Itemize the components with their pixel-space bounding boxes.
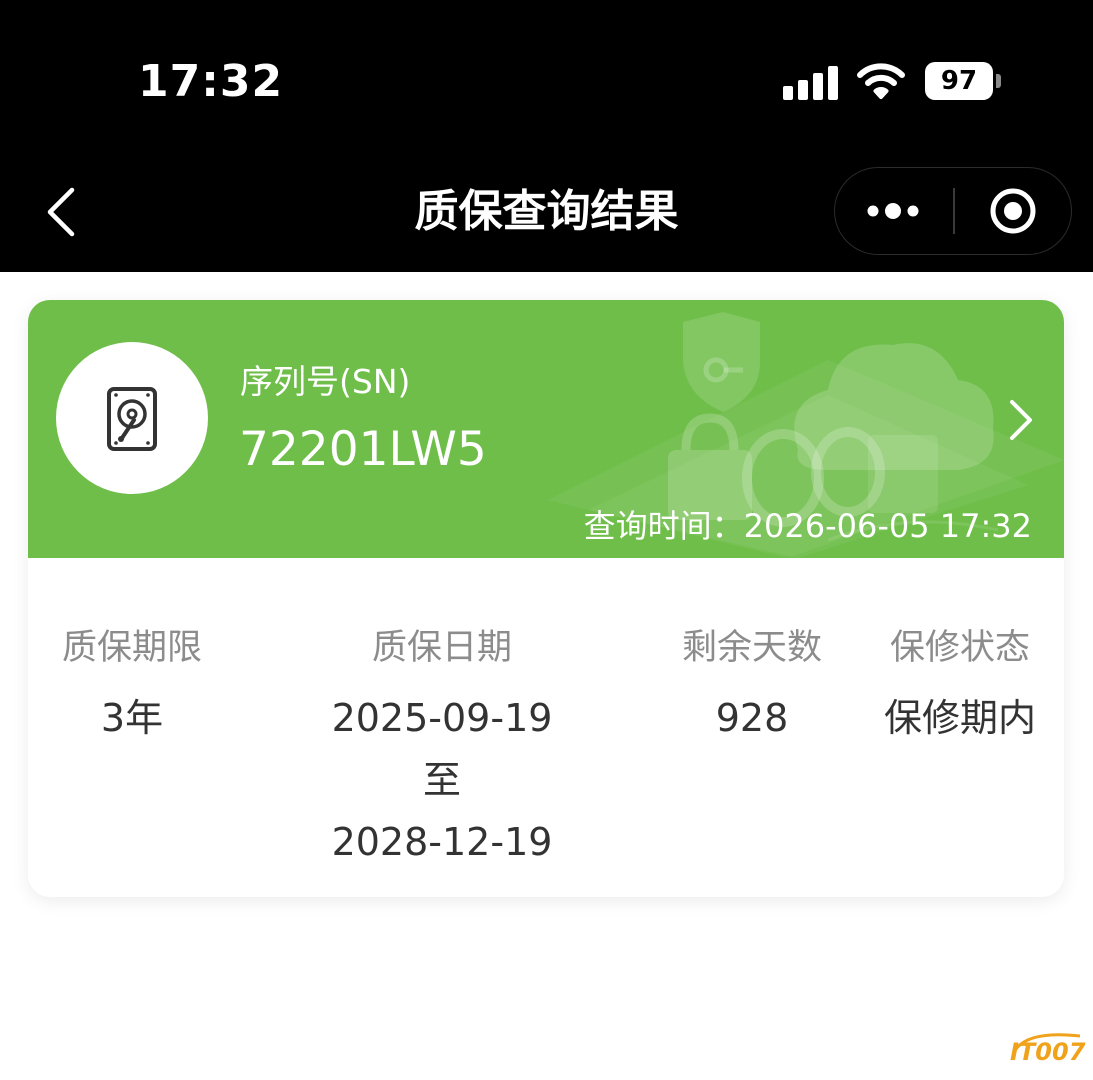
remaining-days-column: 剩余天数 928 (670, 623, 834, 749)
warranty-date-end: 2028-12-19 (331, 820, 553, 864)
sn-header[interactable]: 序列号(SN) 72201LW5 查询时间：2026-06-05 17:32 (28, 300, 1064, 558)
top-bar: 17:32 97 质保查询结果 (0, 0, 1093, 272)
warranty-date-separator: 至 (422, 758, 461, 802)
cellular-signal-icon (783, 64, 839, 100)
more-dots-icon[interactable] (835, 168, 953, 254)
sn-label: 序列号(SN) (240, 362, 411, 401)
warranty-term-label: 质保期限 (61, 628, 202, 668)
wifi-icon (857, 63, 905, 99)
remaining-days-value: 928 (715, 696, 789, 740)
target-close-icon[interactable] (955, 168, 1071, 254)
warranty-date-column: 质保日期 2025-09-19 至 2028-12-19 (292, 623, 592, 873)
hard-disk-icon (107, 387, 157, 451)
repair-status-column: 保修状态 保修期内 (874, 623, 1046, 749)
chevron-right-icon[interactable] (1006, 398, 1036, 442)
warranty-date-start: 2025-09-19 (331, 696, 553, 740)
disk-avatar (56, 342, 208, 494)
remaining-days-label: 剩余天数 (681, 628, 822, 668)
sn-value: 72201LW5 (239, 422, 487, 477)
warranty-date-label: 质保日期 (371, 628, 512, 668)
query-time: 查询时间：2026-06-05 17:32 (583, 507, 1032, 545)
repair-status-value: 保修期内 (883, 696, 1036, 740)
back-button[interactable] (40, 186, 84, 238)
status-time: 17:32 (138, 56, 284, 107)
battery-nub (996, 74, 1001, 88)
mini-program-capsule (834, 167, 1072, 255)
warranty-term-column: 质保期限 3年 (52, 623, 212, 749)
watermark-text: IT007 (1010, 1038, 1086, 1066)
screen: 17:32 97 质保查询结果 序列号(SN) 72201LW5 查询时间：20… (0, 0, 1093, 1080)
battery-level: 97 (940, 66, 978, 96)
it007-watermark: IT007 (1006, 1026, 1090, 1074)
repair-status-label: 保修状态 (889, 628, 1030, 668)
warranty-term-value: 3年 (100, 696, 164, 740)
warranty-result-card: 序列号(SN) 72201LW5 查询时间：2026-06-05 17:32 质… (28, 300, 1064, 897)
battery-icon: 97 (925, 62, 1001, 100)
